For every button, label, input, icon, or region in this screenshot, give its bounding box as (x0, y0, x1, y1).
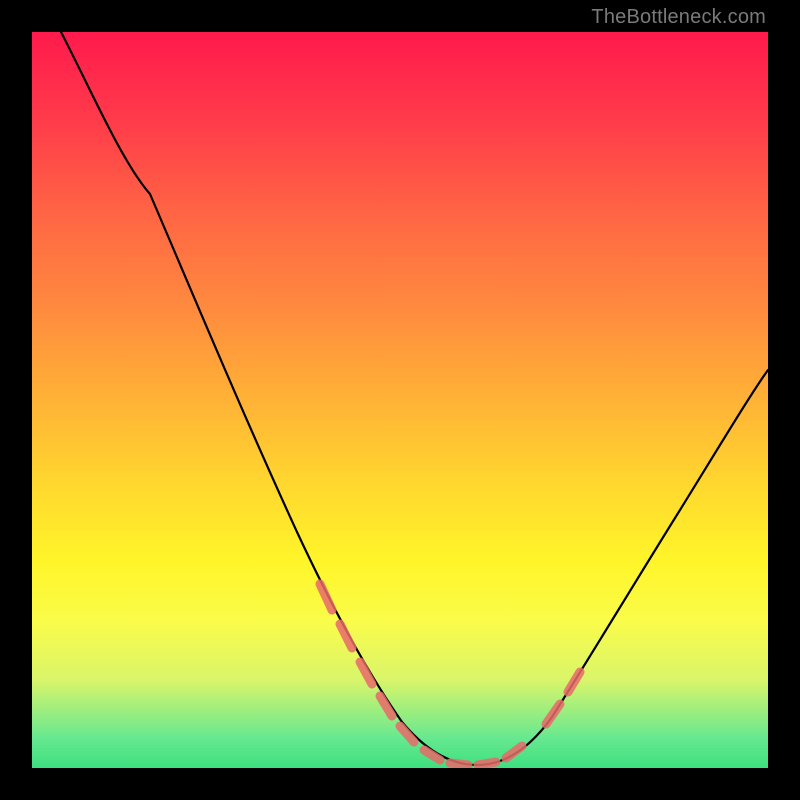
marker-dash (360, 662, 372, 684)
marker-dash (380, 696, 392, 716)
marker-group (320, 584, 580, 765)
marker-dash (320, 584, 332, 610)
curve-layer (32, 32, 768, 768)
marker-dash (340, 624, 352, 648)
marker-dash (400, 726, 414, 742)
marker-dash (506, 746, 522, 758)
bottleneck-curve (61, 32, 768, 765)
marker-dash (568, 672, 580, 692)
marker-dash (478, 762, 496, 765)
marker-dash (546, 704, 560, 724)
chart-frame: TheBottleneck.com (0, 0, 800, 800)
plot-area (32, 32, 768, 768)
marker-dash (424, 750, 440, 760)
marker-dash (450, 763, 468, 765)
watermark-text: TheBottleneck.com (591, 6, 766, 29)
